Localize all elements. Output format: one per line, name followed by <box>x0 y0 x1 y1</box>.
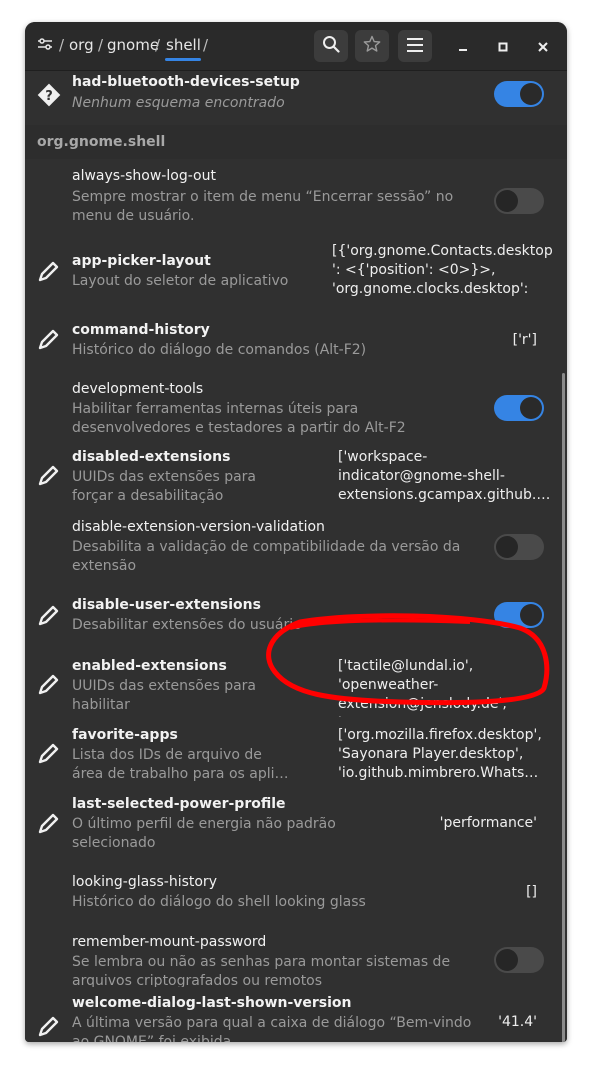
annotation-circle <box>266 613 550 706</box>
